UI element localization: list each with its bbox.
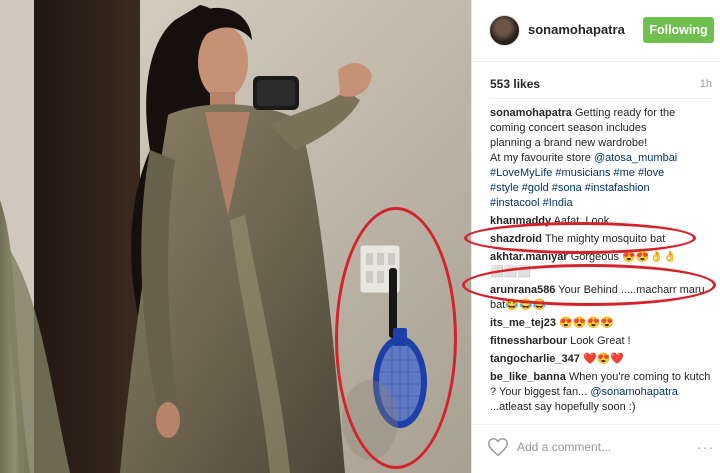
post-username[interactable]: sonamohapatra: [528, 22, 625, 37]
caption-line-2: coming concert season includes: [490, 122, 647, 134]
comment: akhtar.maniyar Gorgeous 😍😍👌👌⬜⬜⬜: [490, 250, 715, 280]
post-panel: sonamohapatra Following 553 likes 1h son…: [462, 0, 720, 473]
photo-illustration: [0, 0, 471, 473]
comment-username[interactable]: akhtar.maniyar: [490, 251, 568, 263]
comment-username[interactable]: shazdroid: [490, 233, 542, 245]
comment-text: 😍😍😍😍: [559, 317, 614, 329]
comment-username[interactable]: be_like_banna: [490, 371, 566, 383]
add-comment-input[interactable]: [517, 438, 677, 456]
comment-text-continued: ...atleast say hopefully soon :): [490, 401, 636, 413]
caption-line-4-text: At my favourite store: [490, 152, 591, 164]
store-mention[interactable]: @atosa_mumbai: [594, 152, 677, 164]
caption: sonamohapatra Getting ready for the comi…: [490, 106, 715, 211]
avatar[interactable]: [489, 15, 520, 46]
comment-username[interactable]: its_me_tej23: [490, 317, 556, 329]
caption-line-3: planning a brand new wardrobe!: [490, 137, 648, 149]
comment: its_me_tej23 😍😍😍😍: [490, 316, 715, 331]
comment-username[interactable]: khanmaddy: [490, 215, 551, 227]
comment: fitnessharbour Look Great !: [490, 334, 715, 349]
comment-username[interactable]: arunrana586: [490, 284, 555, 296]
post-header: sonamohapatra Following: [472, 0, 720, 62]
heart-icon[interactable]: [487, 436, 509, 458]
comment: tangocharlie_347 ❤️😍❤️: [490, 352, 715, 367]
comment-username[interactable]: tangocharlie_347: [490, 353, 580, 365]
comment-text: The mighty mosquito bat: [544, 233, 666, 245]
add-comment-bar: ···: [472, 424, 720, 473]
comment-text: Look Great !: [570, 335, 631, 347]
caption-username[interactable]: sonamohapatra: [490, 107, 572, 119]
comment: be_like_banna When you're coming to kutc…: [490, 370, 715, 415]
divider: [489, 98, 713, 99]
following-button[interactable]: Following: [643, 17, 714, 43]
comment-mention[interactable]: @sonamohapatra: [590, 386, 678, 398]
comments-list: sonamohapatra Getting ready for the comi…: [490, 106, 715, 418]
likes-count[interactable]: 553 likes: [490, 77, 540, 91]
caption-hashtags-2[interactable]: #style #gold #sona #instafashion: [490, 181, 715, 196]
caption-line-1: Getting ready for the: [574, 107, 676, 119]
caption-hashtags-3[interactable]: #instacool #India: [490, 196, 715, 211]
comment-username[interactable]: fitnessharbour: [490, 335, 567, 347]
post-time[interactable]: 1h: [700, 78, 712, 90]
comment: arunrana586 Your Behind .....macharr mar…: [490, 283, 715, 313]
comment: khanmaddy Aafat. Look: [490, 214, 715, 229]
comment-text: ❤️😍❤️: [582, 353, 625, 365]
caption-line-4: At my favourite store @atosa_mumbai: [490, 151, 715, 166]
comment: shazdroid The mighty mosquito bat: [490, 232, 715, 247]
post-photo[interactable]: [0, 0, 471, 473]
more-options-icon[interactable]: ···: [697, 439, 714, 455]
comment-text: Aafat. Look: [553, 215, 610, 227]
caption-hashtags-1[interactable]: #LoveMyLife #musicians #me #love: [490, 166, 715, 181]
